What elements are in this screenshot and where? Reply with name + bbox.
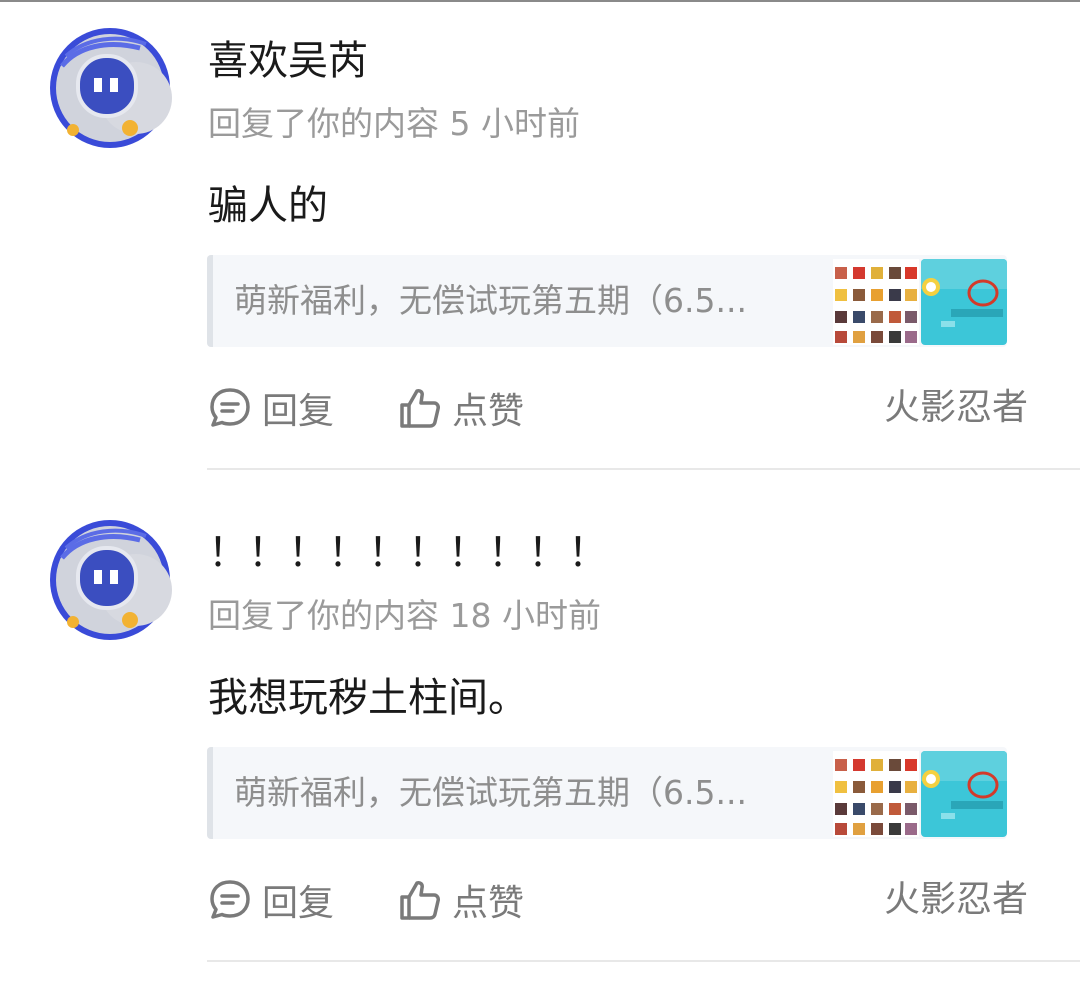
- reply-button[interactable]: 回复: [208, 382, 334, 434]
- notification-feed: 喜欢吴芮 回复了你的内容 5 小时前 骗人的 萌新福利，无偿试玩第五期（6.5.…: [0, 0, 1080, 996]
- quoted-post[interactable]: 萌新福利，无偿试玩第五期（6.5...: [207, 255, 1007, 347]
- username[interactable]: ！！！！！！！！！！: [208, 528, 608, 578]
- reply-meta: 回复了你的内容 5 小时前: [208, 104, 580, 143]
- quote-bar: [207, 255, 213, 347]
- like-button[interactable]: 点赞: [398, 382, 524, 434]
- action-bar: 回复 点赞 火影忍者: [208, 874, 1038, 926]
- thumbs-up-icon: [400, 881, 440, 920]
- thumbs-up-icon: [400, 389, 440, 428]
- quote-text: 萌新福利，无偿试玩第五期（6.5...: [234, 281, 747, 320]
- chat-bubble-icon: [210, 880, 250, 919]
- reply-content: 骗人的: [208, 183, 328, 229]
- notification-item[interactable]: 喜欢吴芮 回复了你的内容 5 小时前 骗人的 萌新福利，无偿试玩第五期（6.5.…: [0, 0, 1080, 492]
- reply-meta: 回复了你的内容 18 小时前: [208, 596, 601, 635]
- reply-content: 我想玩秽土柱间。: [208, 675, 528, 721]
- user-avatar[interactable]: [48, 518, 172, 642]
- divider: [207, 960, 1080, 962]
- action-bar: 回复 点赞 火影忍者: [208, 382, 1038, 434]
- notification-item[interactable]: ！！！！！！！！！！ 回复了你的内容 18 小时前 我想玩秽土柱间。 萌新福利，…: [0, 492, 1080, 984]
- like-button[interactable]: 点赞: [398, 874, 524, 926]
- post-thumbnail-grid: [833, 259, 919, 345]
- post-thumbnail-grid: [833, 751, 919, 837]
- reply-label: 回复: [262, 883, 335, 924]
- like-label: 点赞: [452, 883, 525, 924]
- quote-text: 萌新福利，无偿试玩第五期（6.5...: [234, 773, 747, 812]
- reply-label: 回复: [262, 391, 335, 432]
- game-tag[interactable]: 火影忍者: [884, 874, 1028, 926]
- divider: [207, 468, 1080, 470]
- quote-bar: [207, 747, 213, 839]
- post-thumbnail-image: [921, 751, 1007, 837]
- game-tag[interactable]: 火影忍者: [884, 382, 1028, 434]
- chat-bubble-icon: [210, 388, 250, 427]
- reply-button[interactable]: 回复: [208, 874, 334, 926]
- username[interactable]: 喜欢吴芮: [208, 36, 368, 86]
- like-label: 点赞: [452, 391, 525, 432]
- quoted-post[interactable]: 萌新福利，无偿试玩第五期（6.5...: [207, 747, 1007, 839]
- post-thumbnail-image: [921, 259, 1007, 345]
- user-avatar[interactable]: [48, 26, 172, 150]
